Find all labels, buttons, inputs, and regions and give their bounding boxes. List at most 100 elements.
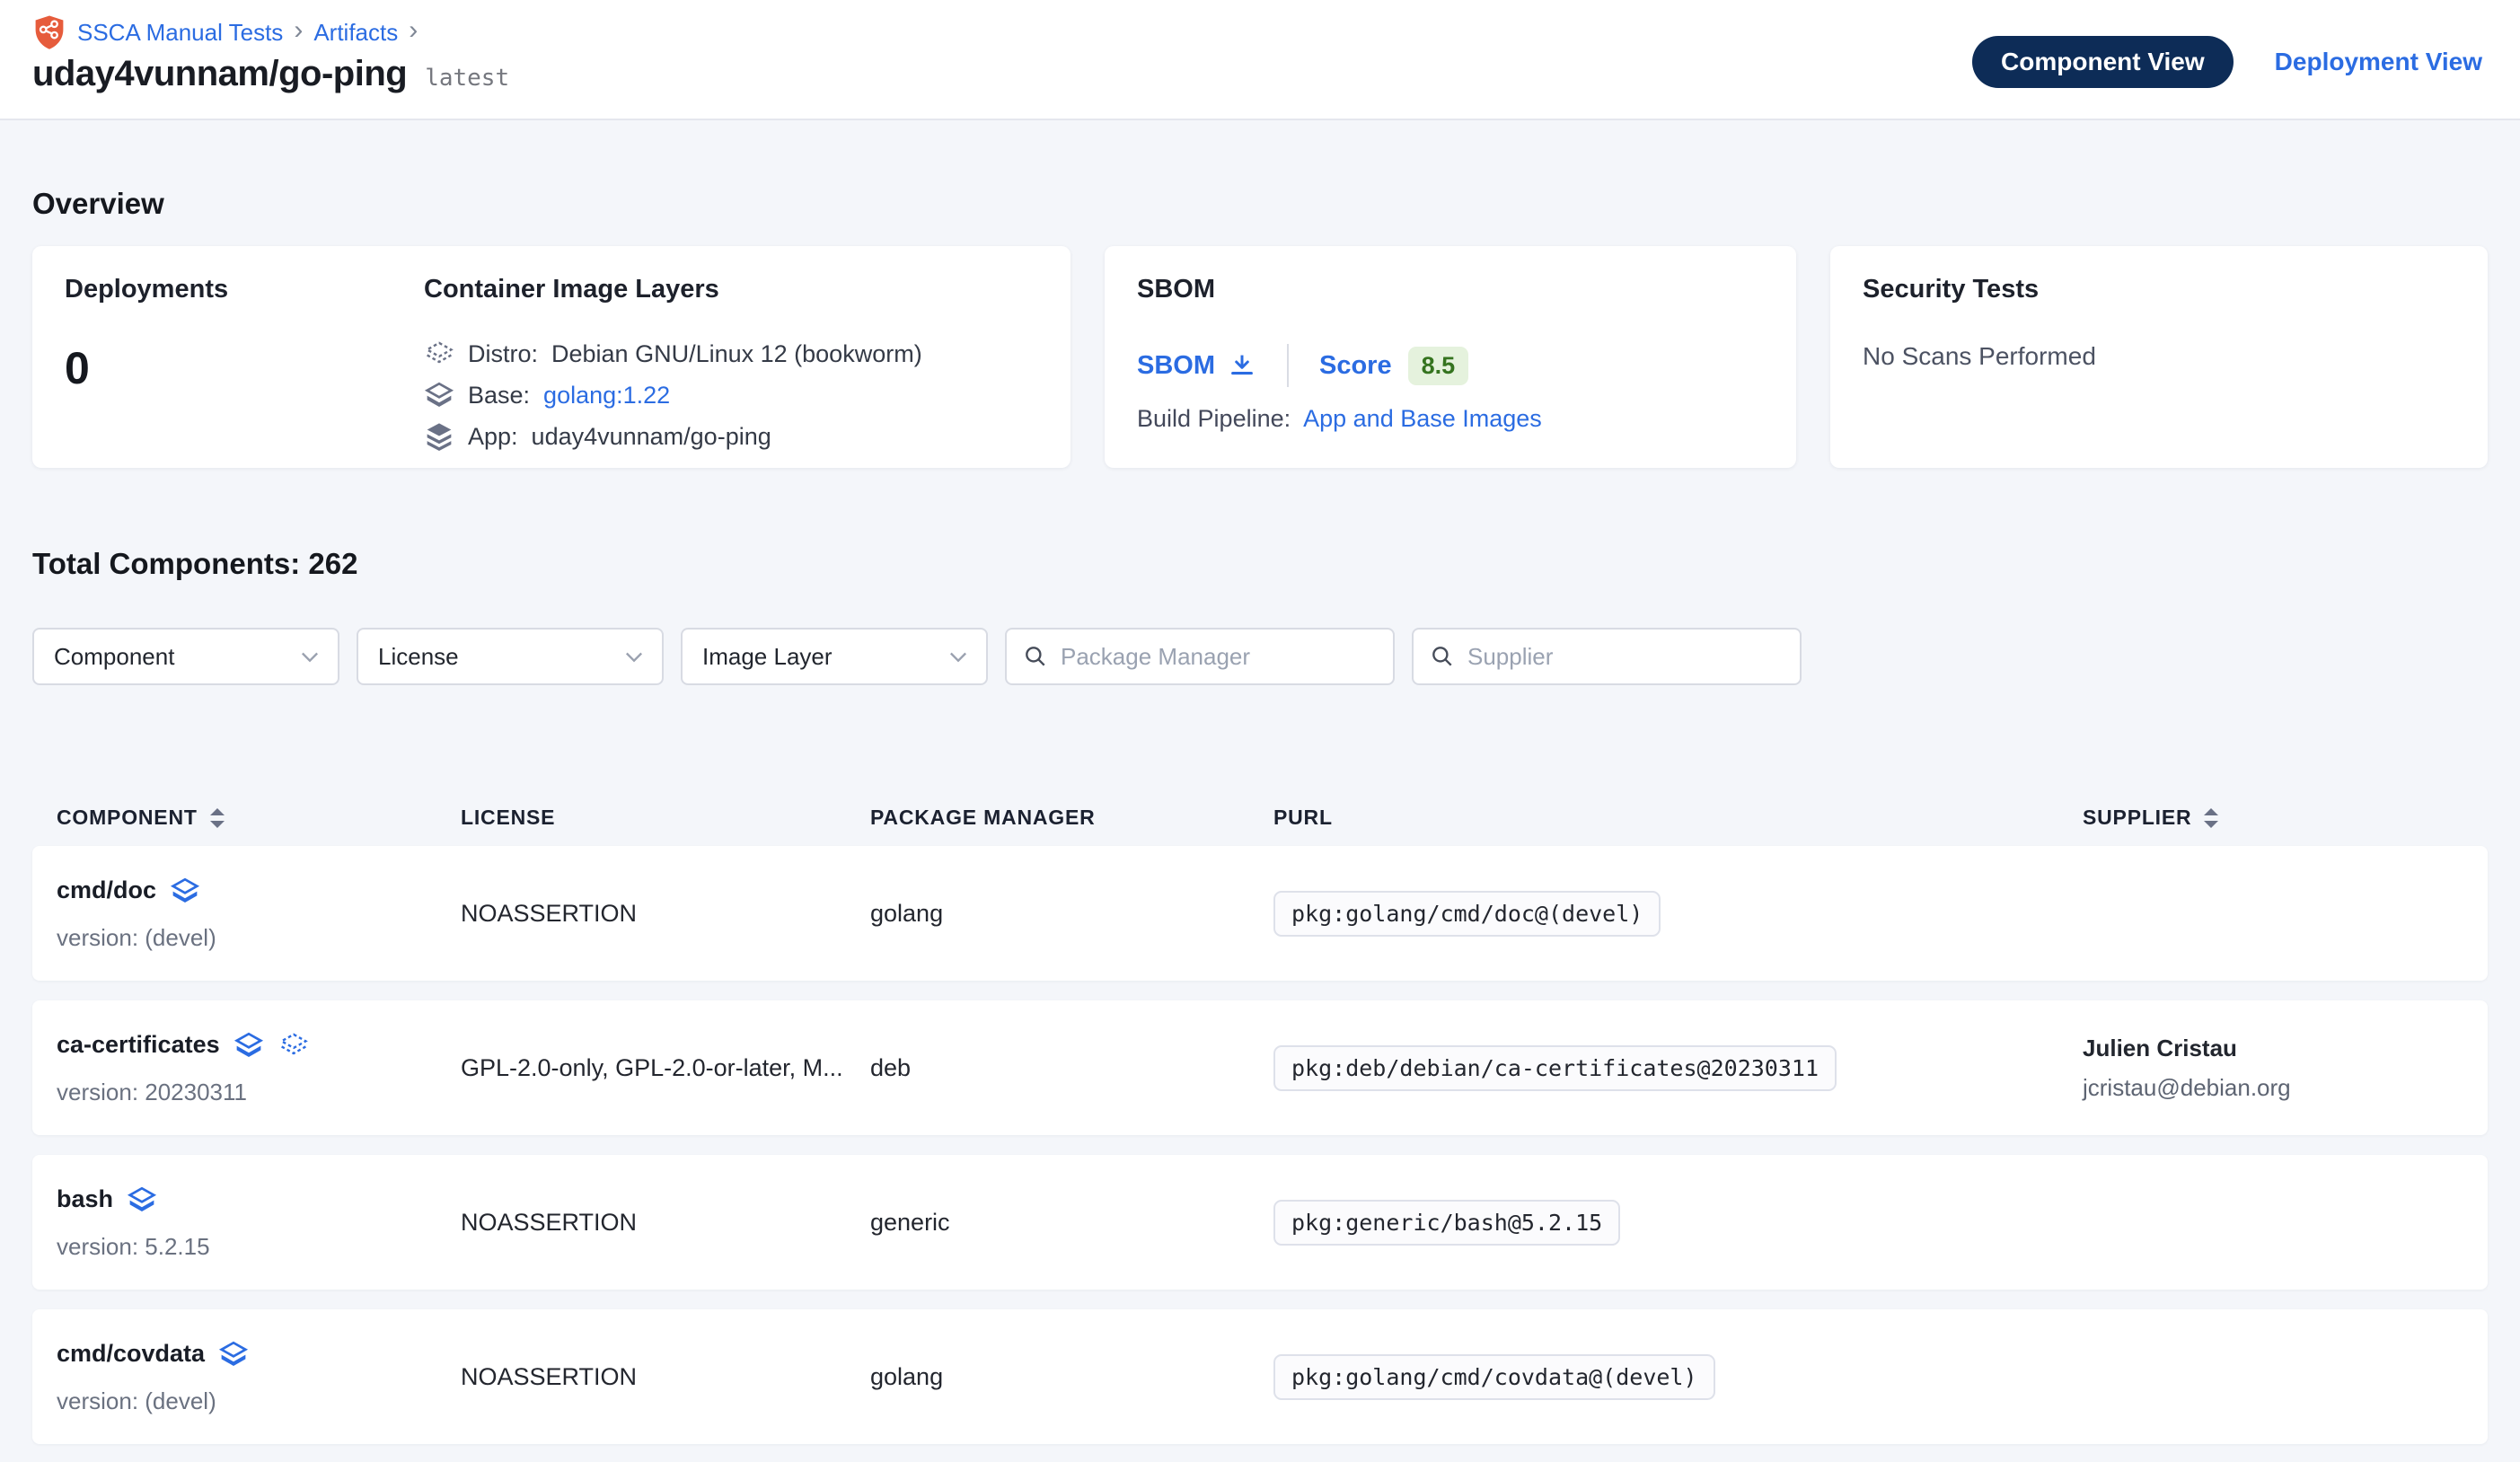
license-filter-label: License	[378, 643, 459, 671]
supplier-email: jcristau@debian.org	[2083, 1074, 2488, 1102]
supplier-search	[1412, 628, 1802, 685]
package-manager-cell: golang	[870, 1363, 1273, 1391]
component-filter-dropdown[interactable]: Component	[32, 628, 339, 685]
layers-filled-icon	[424, 421, 454, 452]
chevron-right-icon: ›	[409, 19, 418, 46]
sbom-score-badge: 8.5	[1408, 347, 1469, 385]
component-name: ca-certificates	[57, 1031, 220, 1059]
package-manager-search-input[interactable]	[1061, 643, 1377, 671]
supplier-search-input[interactable]	[1467, 643, 1784, 671]
layer-base-link[interactable]: golang:1.22	[543, 382, 670, 410]
layer-distro-label: Distro:	[468, 340, 538, 368]
image-layer-filter-dropdown[interactable]: Image Layer	[681, 628, 988, 685]
total-components-heading: Total Components: 262	[32, 547, 2488, 581]
breadcrumb-link-artifacts[interactable]: Artifacts	[313, 19, 398, 47]
license-cell: NOASSERTION	[461, 1363, 870, 1391]
layer-row-base: Base: golang:1.22	[424, 374, 1038, 416]
purl-cell: pkg:golang/cmd/doc@(devel)	[1273, 891, 2083, 937]
layers-partial-blue-icon	[169, 876, 201, 906]
deployments-section: Deployments 0	[65, 275, 424, 439]
sbom-card: SBOM SBOM Score 8.5 Build	[1105, 246, 1796, 468]
component-cell: bash version: 5.2.15	[57, 1185, 461, 1261]
deployments-count: 0	[65, 342, 424, 394]
sbom-card-title: SBOM	[1137, 275, 1764, 304]
page-title: uday4vunnam/go-ping	[32, 54, 407, 94]
deployments-label: Deployments	[65, 275, 424, 304]
main-content: Overview Deployments 0 Container Image L…	[0, 187, 2520, 1444]
component-filter-label: Component	[54, 643, 174, 671]
package-manager-cell: golang	[870, 900, 1273, 928]
ssca-shield-icon	[32, 14, 66, 50]
deployment-view-button[interactable]: Deployment View	[2275, 48, 2482, 76]
security-tests-status: No Scans Performed	[1863, 342, 2455, 371]
search-icon	[1023, 644, 1048, 669]
license-cell: GPL-2.0-only, GPL-2.0-or-later, M...	[461, 1054, 870, 1082]
column-header-component[interactable]: COMPONENT	[57, 806, 461, 830]
component-view-button[interactable]: Component View	[1972, 36, 2234, 88]
purl-chip: pkg:deb/debian/ca-certificates@20230311	[1273, 1045, 1837, 1091]
supplier-name: Julien Cristau	[2083, 1035, 2488, 1062]
column-header-supplier[interactable]: SUPPLIER	[2083, 806, 2488, 830]
layer-app-label: App:	[468, 423, 518, 451]
table-row: cmd/doc version: (devel) NOASSERTION gol…	[32, 846, 2488, 981]
chevron-down-icon	[948, 650, 968, 663]
layer-row-distro: Distro: Debian GNU/Linux 12 (bookworm)	[424, 333, 1038, 374]
sbom-score-label: Score	[1319, 351, 1392, 381]
security-tests-card: Security Tests No Scans Performed	[1830, 246, 2488, 468]
purl-cell: pkg:golang/cmd/covdata@(devel)	[1273, 1354, 2083, 1400]
divider	[1287, 344, 1289, 387]
search-icon	[1430, 644, 1455, 669]
deployments-layers-card: Deployments 0 Container Image Layers Dis…	[32, 246, 1071, 468]
column-header-purl: PURL	[1273, 806, 2083, 830]
layer-base-label: Base:	[468, 382, 530, 410]
breadcrumb-link-project[interactable]: SSCA Manual Tests	[77, 19, 283, 47]
overview-cards: Deployments 0 Container Image Layers Dis…	[32, 246, 2488, 468]
chevron-right-icon: ›	[294, 19, 303, 46]
column-header-license: LICENSE	[461, 806, 870, 830]
purl-cell: pkg:generic/bash@5.2.15	[1273, 1200, 2083, 1246]
component-version: version: (devel)	[57, 1387, 461, 1415]
top-header: SSCA Manual Tests › Artifacts › uday4vun…	[0, 0, 2520, 120]
sort-icon[interactable]	[208, 806, 226, 830]
layers-partial-blue-icon	[217, 1339, 250, 1370]
component-cell: cmd/covdata version: (devel)	[57, 1339, 461, 1415]
table-row: bash version: 5.2.15 NOASSERTION generic…	[32, 1155, 2488, 1290]
image-layer-filter-label: Image Layer	[702, 643, 833, 671]
build-pipeline-link[interactable]: App and Base Images	[1303, 405, 1542, 433]
components-table-header: COMPONENT LICENSE PACKAGE MANAGER PURL S…	[32, 806, 2488, 830]
package-manager-cell: deb	[870, 1054, 1273, 1082]
sbom-download-link[interactable]: SBOM	[1137, 351, 1256, 381]
sort-icon[interactable]	[2202, 806, 2220, 830]
filter-bar: Component License Image Layer	[32, 628, 2488, 685]
component-version: version: 5.2.15	[57, 1233, 461, 1261]
layers-partial-blue-icon	[126, 1185, 158, 1215]
license-filter-dropdown[interactable]: License	[357, 628, 664, 685]
purl-chip: pkg:generic/bash@5.2.15	[1273, 1200, 1620, 1246]
column-header-package-manager-label: PACKAGE MANAGER	[870, 806, 1096, 830]
column-header-component-label: COMPONENT	[57, 806, 198, 830]
security-tests-title: Security Tests	[1863, 275, 2455, 304]
layers-dashed-icon	[424, 339, 454, 369]
container-image-layers-section: Container Image Layers Distro: Debian GN…	[424, 275, 1038, 439]
component-name: cmd/covdata	[57, 1340, 205, 1368]
container-image-layers-label: Container Image Layers	[424, 275, 1038, 304]
column-header-purl-label: PURL	[1273, 806, 1333, 830]
layers-partial-blue-icon	[233, 1030, 265, 1061]
chevron-down-icon	[624, 650, 644, 663]
table-row: cmd/covdata version: (devel) NOASSERTION…	[32, 1309, 2488, 1444]
supplier-cell: Julien Cristau jcristau@debian.org	[2083, 1035, 2488, 1102]
column-header-supplier-label: SUPPLIER	[2083, 806, 2191, 830]
purl-cell: pkg:deb/debian/ca-certificates@20230311	[1273, 1045, 2083, 1091]
view-toggle: Component View Deployment View	[1972, 36, 2482, 88]
column-header-package-manager: PACKAGE MANAGER	[870, 806, 1273, 830]
purl-chip: pkg:golang/cmd/covdata@(devel)	[1273, 1354, 1715, 1400]
download-icon	[1228, 351, 1256, 380]
package-manager-cell: generic	[870, 1209, 1273, 1237]
column-header-license-label: LICENSE	[461, 806, 555, 830]
license-cell: NOASSERTION	[461, 1209, 870, 1237]
table-row: ca-certificates version: 20230311 GPL-2.…	[32, 1000, 2488, 1135]
component-version: version: (devel)	[57, 924, 461, 952]
layer-distro-value: Debian GNU/Linux 12 (bookworm)	[551, 340, 922, 368]
layer-row-app: App: uday4vunnam/go-ping	[424, 416, 1038, 457]
license-cell: NOASSERTION	[461, 900, 870, 928]
